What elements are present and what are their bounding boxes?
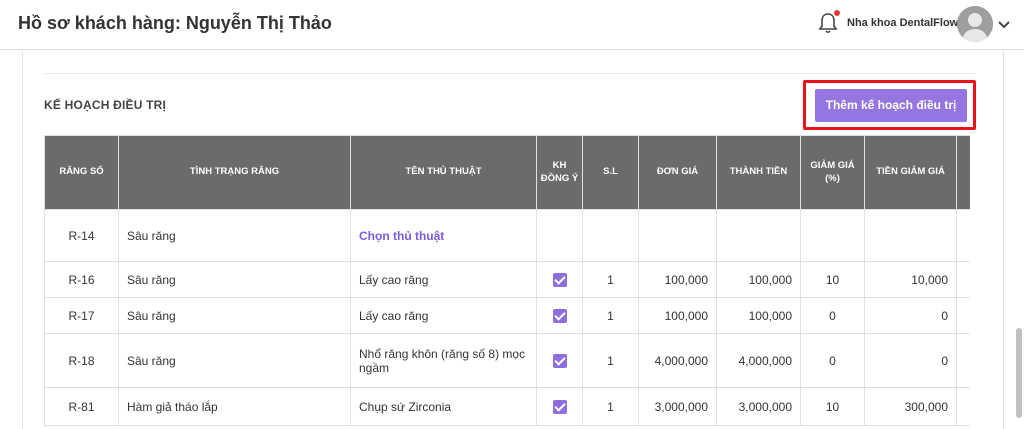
extra-cell (956, 261, 970, 298)
discount-amount-cell: 10,000 (864, 261, 957, 298)
procedure-cell: Nhổ răng khôn (răng số 8) mọc ngầm (350, 333, 537, 388)
extra-cell (956, 333, 970, 388)
table-row[interactable]: R-14 Sâu răng Chọn thủ thuật (44, 209, 970, 262)
discount-amount-cell: 0 (864, 297, 957, 334)
qty-cell: 1 (582, 387, 639, 426)
condition-cell: Sâu răng (118, 209, 351, 262)
clinic-name[interactable]: Nha khoa DentalFlow (847, 17, 958, 29)
unit-price-cell: 100,000 (638, 261, 717, 298)
chevron-down-icon[interactable] (996, 16, 1012, 32)
table-row[interactable]: R-17 Sâu răng Lấy cao răng 1 100,000 100,000 0… (44, 297, 970, 334)
add-treatment-plan-button[interactable]: Thêm kế hoạch điều trị (815, 89, 967, 122)
table-row[interactable]: R-18 Sâu răng Nhổ răng khôn (răng số 8) mọ… (44, 333, 970, 388)
section-title: KẾ HOẠCH ĐIỀU TRỊ (44, 98, 167, 112)
header-truncated: T (956, 135, 970, 210)
tooth-cell: R-16 (44, 261, 119, 298)
unit-price-cell: 4,000,000 (638, 333, 717, 388)
qty-cell (582, 209, 639, 262)
agreed-checkbox[interactable] (552, 353, 567, 368)
unit-price-cell: 100,000 (638, 297, 717, 334)
header-procedure: TÊN THỦ THUẬT (350, 135, 537, 210)
select-procedure-link[interactable]: Chọn thủ thuật (359, 229, 444, 243)
discount-pct-cell (800, 209, 865, 262)
procedure-cell: Lấy cao răng (350, 297, 537, 334)
total-cell: 100,000 (716, 297, 801, 334)
condition-cell: Sâu răng (118, 333, 351, 388)
total-cell (716, 209, 801, 262)
scrollbar-thumb[interactable] (1016, 328, 1022, 418)
condition-cell: Hàm giả tháo lắp (118, 387, 351, 426)
discount-amount-cell: 0 (864, 333, 957, 388)
condition-cell: Sâu răng (118, 297, 351, 334)
discount-pct-cell: 0 (800, 333, 865, 388)
header-condition: TÌNH TRẠNG RĂNG (118, 135, 351, 210)
discount-pct-cell: 0 (800, 297, 865, 334)
tooth-cell: R-18 (44, 333, 119, 388)
header-agreed: KH ĐỒNG Ý (536, 135, 583, 210)
procedure-cell: Chọn thủ thuật (350, 209, 537, 262)
tooth-cell: R-14 (44, 209, 119, 262)
tooth-cell: R-81 (44, 387, 119, 426)
procedure-cell: Chụp sứ Zirconia (350, 387, 537, 426)
qty-cell: 1 (582, 261, 639, 298)
header-discount-pct: GIẢM GIÁ (%) (800, 135, 865, 210)
extra-cell (956, 297, 970, 334)
header-qty: S.L (582, 135, 639, 210)
condition-cell: Sâu răng (118, 261, 351, 298)
avatar[interactable] (957, 6, 993, 42)
discount-pct-cell: 10 (800, 261, 865, 298)
treatment-plan-table: RĂNG SỐ TÌNH TRẠNG RĂNG TÊN THỦ THUẬT KH… (44, 135, 970, 426)
unit-price-cell (638, 209, 717, 262)
header-unit-price: ĐƠN GIÁ (638, 135, 717, 210)
total-cell: 3,000,000 (716, 387, 801, 426)
unit-price-cell: 3,000,000 (638, 387, 717, 426)
table-header-row: RĂNG SỐ TÌNH TRẠNG RĂNG TÊN THỦ THUẬT KH… (44, 135, 970, 210)
user-avatar-icon (957, 6, 993, 42)
treatment-plan-table-container: RĂNG SỐ TÌNH TRẠNG RĂNG TÊN THỦ THUẬT KH… (44, 135, 970, 429)
agreed-checkbox[interactable] (552, 399, 567, 414)
header-discount-amount: TIỀN GIẢM GIÁ (864, 135, 957, 210)
agreed-cell (536, 387, 583, 426)
discount-amount-cell: 300,000 (864, 387, 957, 426)
header-total: THÀNH TIỀN (716, 135, 801, 210)
tooth-cell: R-17 (44, 297, 119, 334)
discount-pct-cell: 10 (800, 387, 865, 426)
page-title: Hồ sơ khách hàng: Nguyễn Thị Thảo (18, 13, 332, 33)
agreed-checkbox[interactable] (552, 308, 567, 323)
header-tooth: RĂNG SỐ (44, 135, 119, 210)
agreed-checkbox[interactable] (552, 272, 567, 287)
agreed-cell (536, 297, 583, 334)
total-cell: 4,000,000 (716, 333, 801, 388)
qty-cell: 1 (582, 333, 639, 388)
discount-amount-cell (864, 209, 957, 262)
table-row[interactable]: R-81 Hàm giả tháo lắp Chụp sứ Zirconia 1 3,0… (44, 387, 970, 426)
extra-cell (956, 387, 970, 426)
qty-cell: 1 (582, 297, 639, 334)
procedure-cell: Lấy cao răng (350, 261, 537, 298)
top-bar: Hồ sơ khách hàng: Nguyễn Thị Thảo Nha kh… (0, 0, 1024, 50)
agreed-cell (536, 261, 583, 298)
extra-cell (956, 209, 970, 262)
notification-badge (834, 10, 840, 16)
agreed-cell (536, 333, 583, 388)
agreed-cell (536, 209, 583, 262)
section-divider (44, 73, 975, 74)
total-cell: 100,000 (716, 261, 801, 298)
table-row[interactable]: R-16 Sâu răng Lấy cao răng 1 100,000 100,000 1… (44, 261, 970, 298)
